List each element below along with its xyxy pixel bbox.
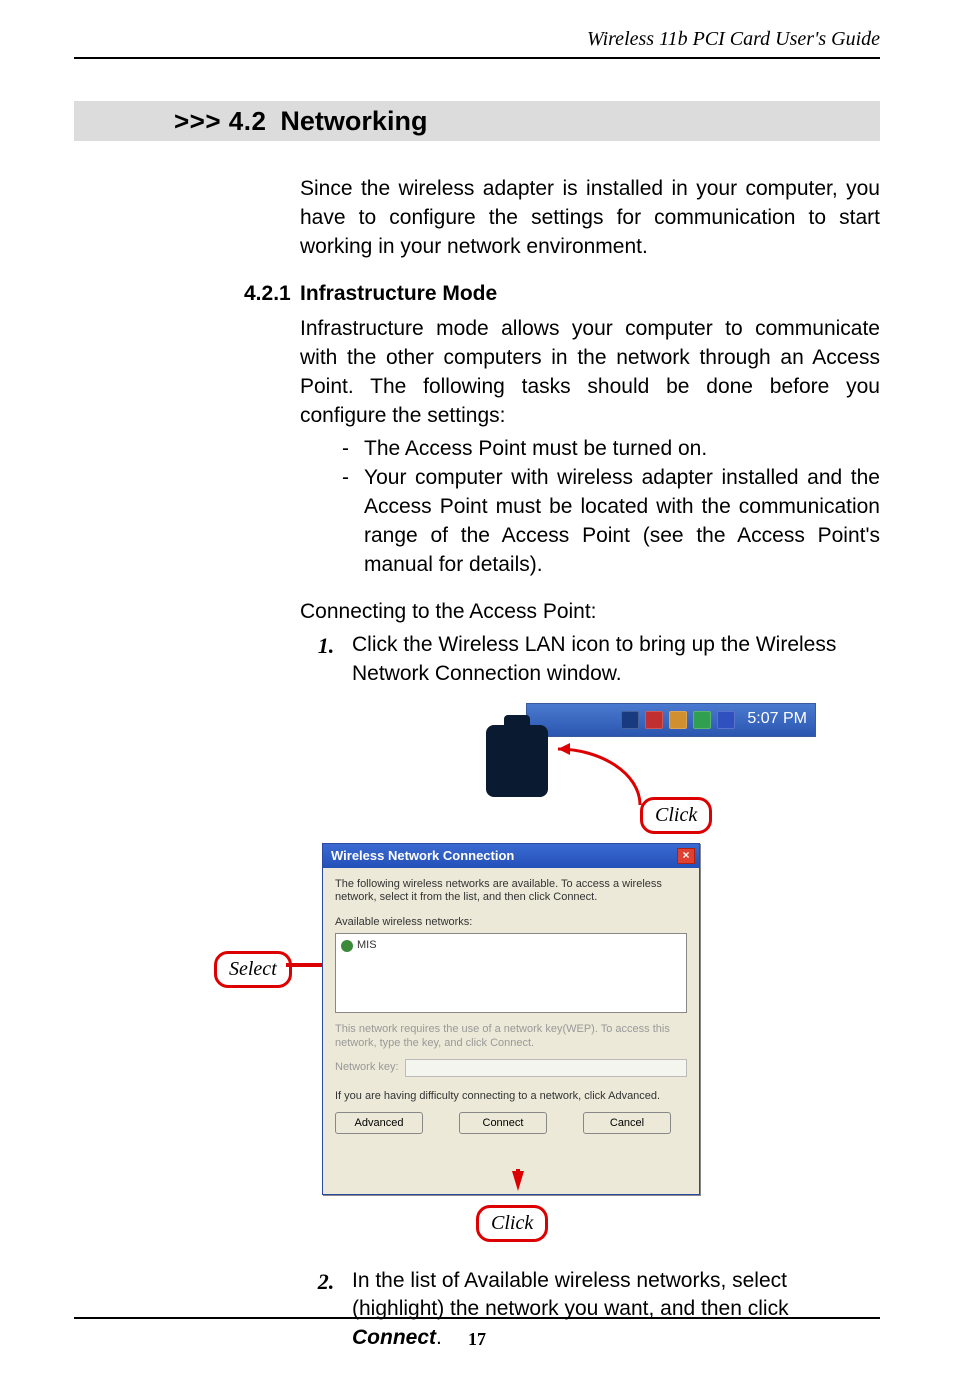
advanced-button[interactable]: Advanced bbox=[335, 1112, 423, 1134]
callout-click: Click bbox=[640, 797, 712, 835]
connect-button[interactable]: Connect bbox=[459, 1112, 547, 1134]
page-number: 17 bbox=[468, 1329, 486, 1349]
list-item: - Your computer with wireless adapter in… bbox=[342, 464, 880, 580]
bullet-text: The Access Point must be turned on. bbox=[364, 435, 880, 464]
advanced-note: If you are having difficulty connecting … bbox=[335, 1089, 687, 1104]
arrow-icon bbox=[512, 1171, 524, 1191]
system-tray: 5:07 PM bbox=[526, 703, 816, 737]
bullet-dash: - bbox=[342, 435, 364, 464]
dialog-description: The following wireless networks are avai… bbox=[335, 878, 687, 906]
tray-icon[interactable] bbox=[717, 711, 735, 729]
network-key-label: Network key: bbox=[335, 1060, 399, 1075]
step-text: Click the Wireless LAN icon to bring up … bbox=[352, 631, 880, 689]
bullet-text: Your computer with wireless adapter inst… bbox=[364, 464, 880, 580]
section-title: Networking bbox=[280, 106, 427, 137]
antenna-icon bbox=[341, 940, 353, 952]
callout-click: Click bbox=[476, 1205, 548, 1243]
subsection-title: Infrastructure Mode bbox=[300, 280, 497, 309]
intro-paragraph: Since the wireless adapter is installed … bbox=[300, 175, 880, 262]
list-item: - The Access Point must be turned on. bbox=[342, 435, 880, 464]
step-item: 1. Click the Wireless LAN icon to bring … bbox=[300, 631, 880, 689]
tray-icon[interactable] bbox=[621, 711, 639, 729]
infra-paragraph: Infrastructure mode allows your computer… bbox=[300, 315, 880, 431]
tray-clock: 5:07 PM bbox=[747, 708, 807, 730]
subsection-number: 4.2.1 bbox=[244, 280, 300, 309]
running-header: Wireless 11b PCI Card User's Guide bbox=[74, 28, 880, 59]
step-number: 1. bbox=[300, 631, 352, 689]
tray-icon[interactable] bbox=[645, 711, 663, 729]
wep-note: This network requires the use of a netwo… bbox=[335, 1023, 687, 1051]
cancel-button[interactable]: Cancel bbox=[583, 1112, 671, 1134]
available-networks-label: Available wireless networks: bbox=[335, 915, 687, 930]
close-icon[interactable]: × bbox=[677, 848, 695, 864]
callout-select: Select bbox=[214, 951, 292, 989]
connector-line bbox=[286, 963, 326, 967]
arrow-icon bbox=[550, 743, 650, 813]
section-number: >>> 4.2 bbox=[174, 106, 266, 137]
connect-heading: Connecting to the Access Point: bbox=[300, 598, 880, 627]
network-list-item[interactable]: MIS bbox=[339, 937, 683, 954]
dialog-title: Wireless Network Connection bbox=[331, 847, 514, 865]
section-heading: >>> 4.2 Networking bbox=[74, 101, 880, 141]
available-networks-list[interactable]: MIS bbox=[335, 933, 687, 1013]
figure-dialog: Select Wireless Network Connection × The… bbox=[222, 843, 782, 1251]
wireless-lan-icon[interactable] bbox=[486, 725, 548, 797]
wireless-connection-dialog: Wireless Network Connection × The follow… bbox=[322, 843, 700, 1195]
bullet-list: - The Access Point must be turned on. - … bbox=[342, 435, 880, 580]
figure-system-tray: 5:07 PM Click bbox=[336, 703, 816, 835]
bullet-dash: - bbox=[342, 464, 364, 580]
page-footer: 17 bbox=[74, 1317, 880, 1350]
network-name: MIS bbox=[357, 938, 377, 953]
tray-icon[interactable] bbox=[693, 711, 711, 729]
tray-icon[interactable] bbox=[669, 711, 687, 729]
dialog-titlebar: Wireless Network Connection × bbox=[323, 844, 699, 868]
network-key-input[interactable] bbox=[405, 1059, 687, 1077]
